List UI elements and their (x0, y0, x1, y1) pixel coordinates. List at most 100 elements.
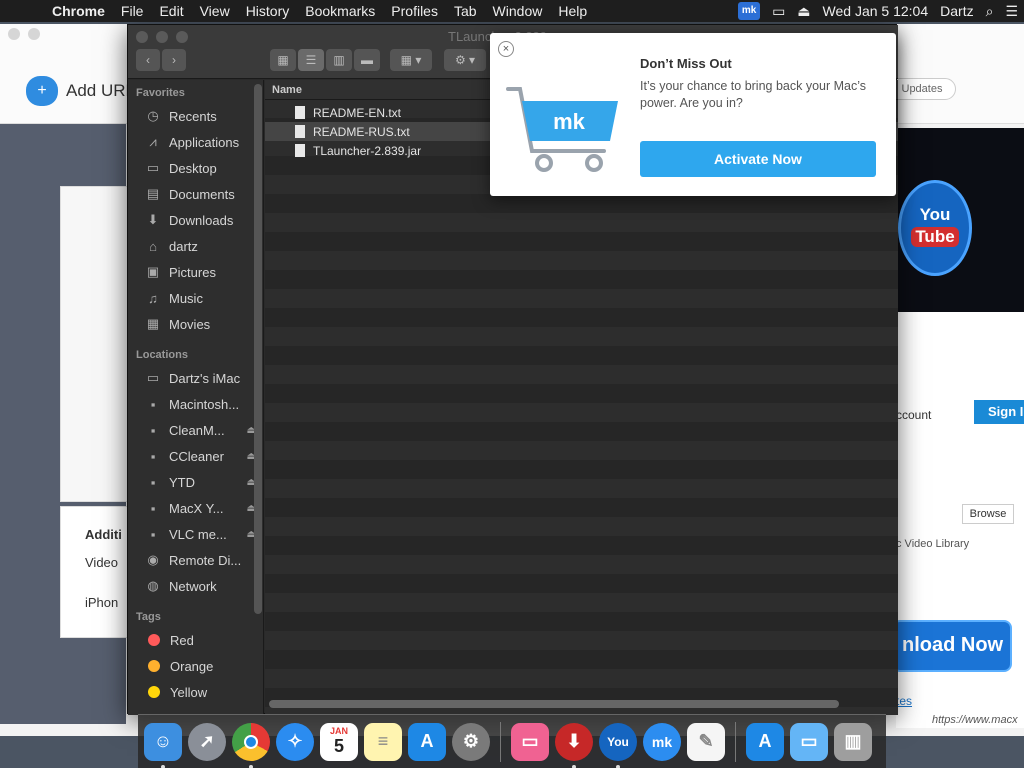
sidebar-tag-red[interactable]: Red (144, 630, 256, 650)
icon-view-icon[interactable]: ▦ (270, 49, 296, 71)
cleanmymac-dock-icon[interactable]: ▭ (511, 722, 549, 761)
safari-dock-icon[interactable]: ✧ (276, 722, 314, 761)
menu-file[interactable]: File (113, 3, 152, 19)
mackeeper-popup: × mk Don’t Miss Out It’s your chance to … (490, 33, 896, 196)
close-window-icon[interactable] (8, 28, 20, 40)
sidebar-item-macx[interactable]: ▪ MacX Y... ⏏ (144, 498, 256, 518)
list-view-icon[interactable]: ☰ (298, 49, 324, 71)
applications-folder-dock-icon[interactable]: A (746, 722, 784, 761)
close-popup-icon[interactable]: × (498, 41, 514, 57)
sign-in-button[interactable]: Sign In (974, 400, 1024, 424)
text-file-icon (295, 125, 305, 138)
sidebar-tag-yellow[interactable]: Yellow (144, 682, 256, 702)
running-indicator (572, 764, 576, 768)
ytd-downloader-dock-icon[interactable]: ⬇ (555, 722, 593, 768)
add-url-button[interactable]: + Add URL (26, 76, 135, 106)
disk-icon: ▪ (150, 448, 156, 464)
back-button[interactable]: ‹ (136, 49, 160, 71)
finder-dock-icon[interactable]: ☺ (144, 722, 182, 768)
download-now-button[interactable]: nload Now (892, 620, 1012, 672)
sidebar-item-home[interactable]: ⌂ dartz (144, 236, 256, 256)
menu-help[interactable]: Help (550, 3, 595, 19)
dock-separator (735, 721, 736, 762)
applications-icon: ⩘ (149, 134, 157, 149)
action-gear-icon[interactable]: ⚙ ▾ (444, 49, 486, 71)
sidebar-item-imac[interactable]: ▭ Dartz's iMac (144, 368, 256, 388)
spotlight-search-icon[interactable]: ⌕ (986, 3, 994, 20)
sidebar-item-pictures[interactable]: ▣ Pictures (144, 262, 256, 282)
control-center-icon[interactable]: ☰ (1005, 3, 1018, 20)
menu-user[interactable]: Dartz (940, 3, 973, 19)
sidebar-item-ccleaner[interactable]: ▪ CCleaner ⏏ (144, 446, 256, 466)
menu-view[interactable]: View (192, 3, 238, 19)
calendar-month: JAN (329, 726, 348, 736)
sidebar-item-desktop[interactable]: ▭ Desktop (144, 158, 256, 178)
gallery-view-icon[interactable]: ▬ (354, 49, 380, 71)
sidebar-item-recents[interactable]: ◷ Recents (144, 106, 256, 126)
horizontal-scrollbar[interactable] (269, 700, 839, 708)
menu-clock[interactable]: Wed Jan 5 12:04 (823, 3, 929, 19)
column-view-icon[interactable]: ▥ (326, 49, 352, 71)
menu-tab[interactable]: Tab (446, 3, 485, 19)
film-icon: ▦ (146, 316, 160, 331)
downloads-folder-dock-icon[interactable]: ▭ (790, 722, 828, 761)
system-preferences-dock-icon[interactable]: ⚙ (452, 722, 490, 761)
mackeeper-dock-icon[interactable]: mk (643, 722, 681, 761)
forward-button[interactable]: › (162, 49, 186, 71)
sidebar-tag-orange[interactable]: Orange (144, 656, 256, 676)
sidebar-item-movies[interactable]: ▦ Movies (144, 314, 256, 334)
sidebar-item-network[interactable]: ◍ Network (144, 576, 256, 596)
sidebar-item-remote-disc[interactable]: ◉ Remote Di... (144, 550, 256, 570)
menu-history[interactable]: History (238, 3, 298, 19)
textedit-dock-icon[interactable]: ✎ (687, 722, 725, 761)
minimize-window-icon[interactable] (28, 28, 40, 40)
disk-icon: ▪ (150, 500, 156, 516)
app-store-dock-icon[interactable]: A (408, 722, 446, 761)
background-card (60, 186, 130, 502)
shopping-cart-icon: mk (506, 87, 618, 172)
group-by-icon[interactable]: ▦ ▾ (390, 49, 432, 71)
sidebar-item-applications[interactable]: ⩘ Applications (144, 132, 256, 152)
notification-icon[interactable]: ▭ (772, 3, 785, 20)
dock: ☺ ➚ ✧ JAN 5 ≡ A ⚙ ▭ ⬇ You mk ✎ A ▭ ▥ (138, 714, 886, 768)
macx-youtube-dock-icon[interactable]: You (599, 722, 637, 768)
updates-button[interactable]: Updates (888, 78, 956, 100)
yellow-tag-icon (148, 686, 160, 698)
website-url-link[interactable]: https://www.macx (932, 714, 1018, 726)
browse-button[interactable]: Browse (962, 504, 1014, 524)
menu-edit[interactable]: Edit (151, 3, 191, 19)
chrome-dock-icon[interactable] (232, 722, 270, 768)
menu-window[interactable]: Window (485, 3, 551, 19)
eject-menu-icon[interactable]: ⏏ (797, 3, 810, 20)
sidebar-item-ytd[interactable]: ▪ YTD ⏏ (144, 472, 256, 492)
sidebar-item-macintosh[interactable]: ▪ Macintosh... (144, 394, 256, 414)
menu-app-name[interactable]: Chrome (44, 3, 113, 19)
zoom-button[interactable] (176, 31, 188, 43)
youtube-logo-you: You (919, 205, 951, 224)
menu-bookmarks[interactable]: Bookmarks (297, 3, 383, 19)
video-label: Video (85, 555, 119, 570)
sidebar-item-music[interactable]: ♫ Music (144, 288, 256, 308)
account-label: ccount (896, 408, 932, 422)
activate-now-button[interactable]: Activate Now (640, 141, 876, 177)
cart-logo-text: mk (553, 109, 586, 134)
add-url-label: Add URL (66, 81, 135, 100)
trash-dock-icon[interactable]: ▥ (834, 722, 872, 761)
youtube-logo-icon: You Tube (898, 180, 972, 276)
close-button[interactable] (136, 31, 148, 43)
sidebar-item-cleanm[interactable]: ▪ CleanM... ⏏ (144, 420, 256, 440)
launchpad-dock-icon[interactable]: ➚ (188, 722, 226, 761)
notes-dock-icon[interactable]: ≡ (364, 722, 402, 761)
updates-link[interactable]: tes (896, 694, 912, 708)
mackeeper-menu-icon[interactable]: mk (738, 2, 761, 20)
menu-bar: Chrome File Edit View History Bookmarks … (0, 0, 1024, 22)
calendar-dock-icon[interactable]: JAN 5 (320, 722, 358, 761)
running-indicator (249, 764, 253, 768)
menu-profiles[interactable]: Profiles (383, 3, 446, 19)
sidebar-scrollbar[interactable] (254, 84, 262, 614)
sidebar-item-vlc[interactable]: ▪ VLC me... ⏏ (144, 524, 256, 544)
minimize-button[interactable] (156, 31, 168, 43)
chrome-center-icon (244, 734, 258, 749)
sidebar-item-downloads[interactable]: ⬇ Downloads (144, 210, 256, 230)
sidebar-item-documents[interactable]: ▤ Documents (144, 184, 256, 204)
